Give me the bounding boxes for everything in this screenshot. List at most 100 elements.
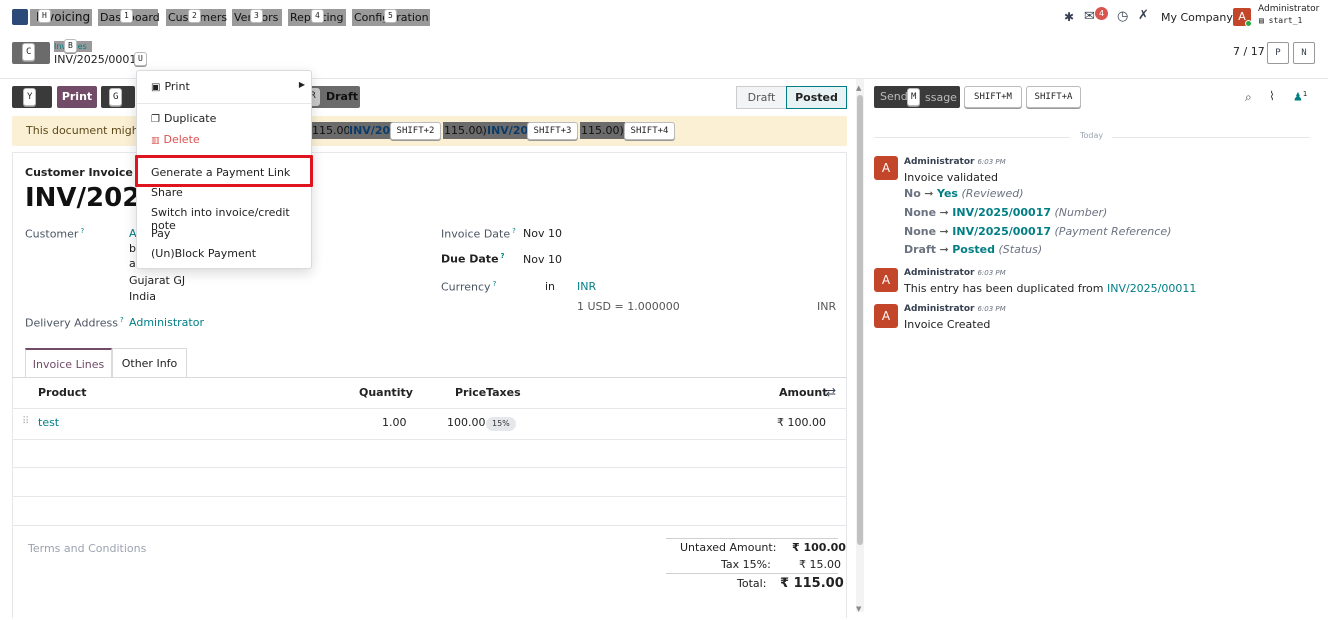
warning-hint-3: SHIFT+3 xyxy=(527,122,578,140)
tracking-line: None ➞ INV/2025/00017 (Number) xyxy=(904,206,1108,219)
menu-hint-4: 4 xyxy=(311,9,324,23)
drag-handle-icon[interactable]: ⠿ xyxy=(22,416,29,427)
tools-icon[interactable]: ✗ xyxy=(1138,8,1149,23)
col-price[interactable]: Price xyxy=(455,386,486,399)
line-tax-badge[interactable]: 15% xyxy=(486,417,516,431)
customer-addr-1: b xyxy=(129,242,136,255)
due-date-value[interactable]: Nov 10 xyxy=(523,253,562,266)
chat-icon[interactable]: ✉ xyxy=(1084,9,1095,24)
pager-next-button[interactable]: N xyxy=(1293,42,1315,64)
row-sep-2 xyxy=(12,439,847,440)
menu-hint-2: 2 xyxy=(188,9,201,23)
top-navbar: Invoicing H Dashboard 1 Customers 2 Vend… xyxy=(0,0,1328,34)
status-posted: Posted xyxy=(786,86,847,109)
terms-placeholder[interactable]: Terms and Conditions xyxy=(28,542,146,555)
log-note-hint[interactable]: SHIFT+M xyxy=(964,86,1022,108)
activity-hint[interactable]: SHIFT+A xyxy=(1026,86,1081,108)
tax-value: ₹ 15.00 xyxy=(799,558,841,571)
delivery-value[interactable]: Administrator xyxy=(129,316,204,329)
warning-amount-3[interactable]: 115.00) xyxy=(580,122,625,139)
today-label: Today xyxy=(1080,131,1104,140)
followers-icon[interactable]: ♟1 xyxy=(1293,90,1307,104)
dd-duplicate[interactable]: ❐ Duplicate xyxy=(151,112,216,125)
column-settings-icon[interactable]: ⇄ xyxy=(826,385,836,399)
message-body: Invoice validated xyxy=(904,171,998,184)
menu-hint-1: 1 xyxy=(120,9,133,23)
bug-icon[interactable]: ✱ xyxy=(1064,10,1074,24)
line-quantity[interactable]: 1.00 xyxy=(382,416,407,429)
message-avatar[interactable]: A xyxy=(874,304,898,328)
customer-country: India xyxy=(129,290,156,303)
generate-link-highlight xyxy=(135,155,313,187)
currency-value[interactable]: INR xyxy=(577,280,596,293)
dd-delete[interactable]: ▥ Delete xyxy=(151,133,200,146)
apps-menu-icon[interactable] xyxy=(12,9,28,25)
clock-icon[interactable]: ◷ xyxy=(1117,9,1128,24)
tab-other-info[interactable]: Other Info xyxy=(112,348,187,377)
message-avatar[interactable]: A xyxy=(874,156,898,180)
copy-icon: ❐ xyxy=(151,114,160,125)
search-icon[interactable]: ⌕ xyxy=(1245,90,1252,105)
message-author[interactable]: Administrator 6:03 PM xyxy=(904,304,1006,314)
currency-in: in xyxy=(545,280,556,293)
due-date-label: Due Date? xyxy=(441,252,505,266)
online-dot xyxy=(1245,20,1252,27)
source-invoice-link[interactable]: INV/2025/00011 xyxy=(1107,282,1196,295)
currency-rate-unit: INR xyxy=(817,300,837,313)
line-price[interactable]: 100.00 xyxy=(447,416,486,429)
totals-top-line xyxy=(666,538,838,539)
scrollbar-up-arrow[interactable]: ▲ xyxy=(856,84,861,92)
row-sep-5 xyxy=(12,525,847,526)
line-product[interactable]: test xyxy=(38,416,59,429)
printer-icon: ▣ xyxy=(151,82,161,93)
today-separator-left xyxy=(874,137,1070,138)
send-hint: Y xyxy=(23,88,37,106)
status-draft[interactable]: Draft xyxy=(736,86,786,109)
invoice-type: Customer Invoice xyxy=(25,166,133,179)
menu-hint-5: 5 xyxy=(384,9,397,23)
pager-value[interactable]: 7 / 17 xyxy=(1233,45,1265,58)
print-button[interactable]: Print xyxy=(57,86,97,108)
chat-badge: 4 xyxy=(1095,7,1108,20)
row-sep-4 xyxy=(12,496,847,497)
warning-hint-4: SHIFT+4 xyxy=(624,122,675,140)
comma-2: , xyxy=(481,123,485,136)
company-switcher[interactable]: My Company xyxy=(1161,11,1233,24)
message-avatar[interactable]: A xyxy=(874,268,898,292)
pager-prev-button[interactable]: P xyxy=(1267,42,1289,64)
user-db: ▤ start_1 xyxy=(1259,16,1303,25)
col-amount[interactable]: Amount xyxy=(779,386,827,399)
total-label: Total: xyxy=(737,577,767,590)
col-quantity[interactable]: Quantity xyxy=(359,386,413,399)
tax-label: Tax 15%: xyxy=(721,558,771,571)
row-sep-3 xyxy=(12,467,847,468)
dd-switch-type[interactable]: Switch into invoice/credit note xyxy=(151,206,311,232)
invoice-date-label: Invoice Date? xyxy=(441,227,516,241)
message-body: Invoice Created xyxy=(904,318,991,331)
paperclip-icon[interactable]: ⌇ xyxy=(1269,89,1275,103)
tab-invoice-lines[interactable]: Invoice Lines xyxy=(25,348,112,377)
comma-1: , xyxy=(343,123,347,136)
scrollbar-thumb[interactable] xyxy=(857,95,863,545)
dd-print[interactable]: ▣ Print ▶ xyxy=(151,80,311,93)
col-taxes[interactable]: Taxes xyxy=(486,386,521,399)
customer-label: Customer? xyxy=(25,227,85,241)
gear-hint[interactable]: U xyxy=(134,52,147,66)
send-message-suffix: ssage xyxy=(925,91,957,104)
invoice-date-value[interactable]: Nov 10 xyxy=(523,227,562,240)
untaxed-label: Untaxed Amount: xyxy=(680,541,777,554)
message-author[interactable]: Administrator 6:03 PM xyxy=(904,157,1006,167)
send-message-hint: M xyxy=(907,88,921,106)
warning-text: This document might b xyxy=(26,124,154,137)
total-value: ₹ 115.00 xyxy=(780,576,844,591)
dd-block-payment[interactable]: (Un)Block Payment xyxy=(151,247,256,260)
message-body: This entry has been duplicated from INV/… xyxy=(904,282,1197,295)
total-line xyxy=(666,573,838,574)
message-author[interactable]: Administrator 6:03 PM xyxy=(904,268,1006,278)
scrollbar-down-arrow[interactable]: ▼ xyxy=(856,605,861,613)
tracking-line: No ➞ Yes (Reviewed) xyxy=(904,187,1024,200)
dd-share[interactable]: Share xyxy=(151,186,183,199)
col-product[interactable]: Product xyxy=(38,386,87,399)
dd-pay[interactable]: Pay xyxy=(151,227,170,240)
dd-divider-1 xyxy=(137,103,311,104)
